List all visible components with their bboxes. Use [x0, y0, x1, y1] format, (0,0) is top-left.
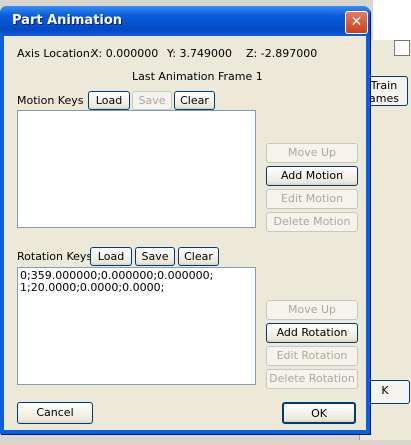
close-button[interactable]: ✕	[345, 11, 368, 34]
last-frame-label: Last Animation Frame 1	[132, 70, 263, 83]
ok-button[interactable]: OK	[282, 402, 356, 424]
motion-move-up-button[interactable]: Move Up	[266, 143, 358, 163]
axis-y-value: Y: 3.749000	[167, 47, 232, 60]
motion-keys-list[interactable]	[17, 110, 256, 228]
motion-clear-button[interactable]: Clear	[174, 91, 215, 110]
rotation-save-button[interactable]: Save	[135, 247, 175, 266]
cancel-button[interactable]: Cancel	[17, 402, 93, 424]
rotation-clear-button[interactable]: Clear	[178, 247, 219, 266]
window-title: Part Animation	[12, 13, 123, 28]
list-item[interactable]: 1;20.0000;0.0000;0.0000;	[18, 282, 255, 294]
delete-motion-button[interactable]: Delete Motion	[266, 212, 358, 232]
background-box	[394, 40, 410, 56]
axis-x-value: X: 0.000000	[91, 47, 159, 60]
part-animation-dialog: Part Animation ✕ Axis Location: X: 0.000…	[0, 6, 370, 434]
title-bar[interactable]: Part Animation ✕	[0, 6, 370, 36]
motion-keys-label: Motion Keys	[17, 94, 84, 107]
rotation-load-button[interactable]: Load	[90, 247, 132, 266]
background-area	[373, 0, 411, 40]
add-rotation-button[interactable]: Add Rotation	[266, 323, 358, 343]
rotation-move-up-button[interactable]: Move Up	[266, 300, 358, 320]
close-icon: ✕	[350, 14, 363, 30]
dialog-body: Axis Location: X: 0.000000 Y: 3.749000 Z…	[4, 36, 366, 430]
delete-rotation-button[interactable]: Delete Rotation	[266, 369, 358, 389]
axis-location-label: Axis Location:	[17, 47, 94, 60]
add-motion-button[interactable]: Add Motion	[266, 166, 358, 186]
motion-save-button[interactable]: Save	[132, 91, 172, 110]
rotation-keys-label: Rotation Keys	[17, 250, 93, 263]
edit-rotation-button[interactable]: Edit Rotation	[266, 346, 358, 366]
motion-load-button[interactable]: Load	[88, 91, 130, 110]
edit-motion-button[interactable]: Edit Motion	[266, 189, 358, 209]
rotation-keys-list[interactable]: 0;359.000000;0.000000;0.000000; 1;20.000…	[17, 267, 256, 385]
axis-z-value: Z: -2.897000	[246, 47, 318, 60]
